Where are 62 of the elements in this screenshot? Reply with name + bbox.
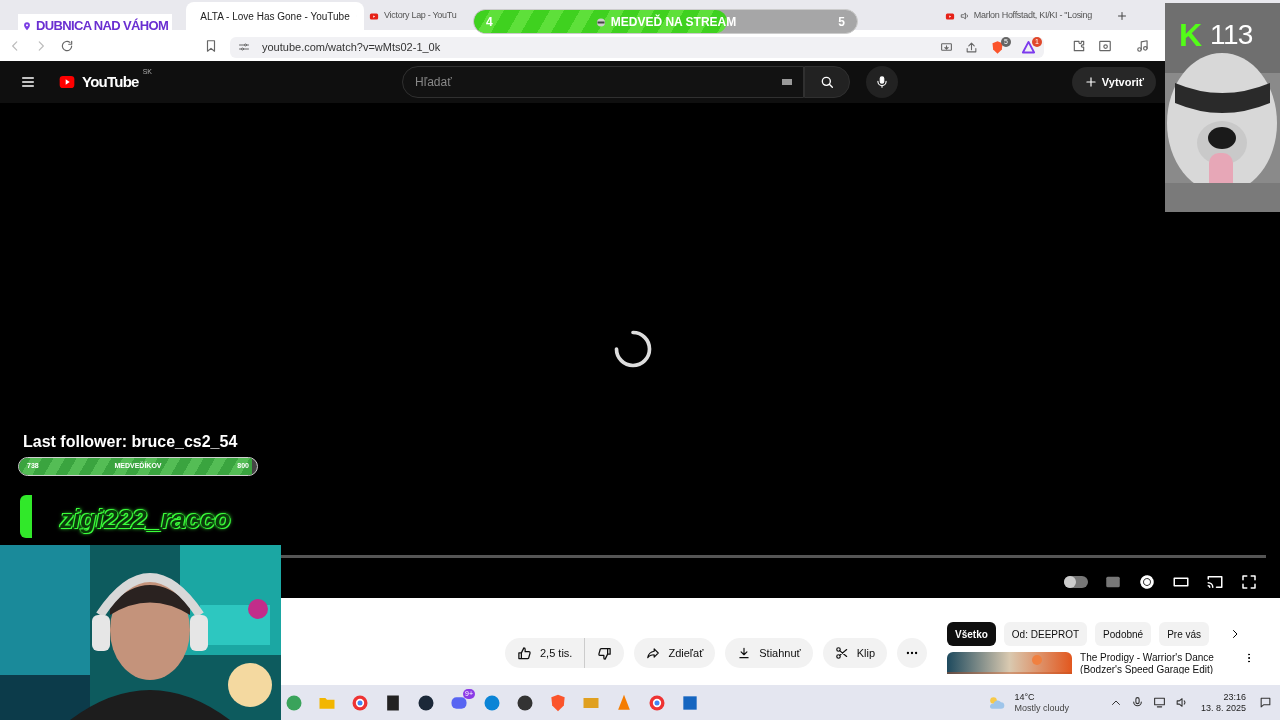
download-icon <box>737 646 752 660</box>
progress-track[interactable] <box>280 555 1266 558</box>
bracket-mark <box>20 495 32 538</box>
last-follower-text: Last follower: bruce_cs2_54 <box>23 432 238 452</box>
search-field[interactable]: Hľadať <box>402 66 805 98</box>
notification-icon[interactable] <box>1259 696 1272 709</box>
plus-icon <box>1083 75 1098 89</box>
filter-chip[interactable]: Podobné <box>1095 622 1152 646</box>
filter-chip[interactable]: Od: DEEPROT <box>1003 622 1088 646</box>
microphone-icon[interactable] <box>1130 696 1144 709</box>
clock-time: 23:16 <box>1223 691 1246 703</box>
sidebar-icon[interactable] <box>1098 38 1112 53</box>
lion-shield-icon[interactable] <box>548 692 568 713</box>
kick-logo: K <box>1179 19 1203 51</box>
menu-icon[interactable] <box>20 74 36 90</box>
youtube-icon <box>368 11 380 21</box>
scissors-icon <box>834 646 849 660</box>
reload-icon[interactable] <box>60 38 74 53</box>
keyboard-icon <box>780 76 795 88</box>
share-button[interactable]: Zdieľať <box>634 638 716 668</box>
triangle-icon[interactable] <box>1021 39 1036 55</box>
clock-date: 13. 8. 2025 <box>1200 702 1246 714</box>
install-icon[interactable] <box>940 40 953 54</box>
music-icon[interactable] <box>1136 38 1150 53</box>
goal-target: 5 <box>838 13 845 31</box>
sliders-icon <box>238 41 250 53</box>
goal-current: 4 <box>486 13 493 31</box>
microphone-icon <box>875 75 890 89</box>
clip-button[interactable]: Klip <box>822 638 888 668</box>
search-icon <box>819 74 836 90</box>
filter-chip[interactable]: Všetko <box>947 622 996 646</box>
browser-tab[interactable]: ALTA - Love Has Gone - YouTube <box>186 2 364 30</box>
bookmark-icon[interactable] <box>204 38 218 53</box>
speaker-icon[interactable] <box>1174 696 1188 709</box>
autoplay-toggle[interactable] <box>1064 576 1088 588</box>
share-icon <box>646 646 661 660</box>
video-title[interactable]: The Prodigy - Warrior's Dance <box>1080 652 1236 664</box>
fullscreen-icon[interactable] <box>1240 573 1258 591</box>
thumbs-down-icon[interactable] <box>597 645 613 661</box>
weather-text: Mostly cloudy <box>1014 702 1069 714</box>
settings-icon[interactable] <box>1138 573 1156 591</box>
network-icon[interactable] <box>1152 696 1166 709</box>
plus-icon[interactable] <box>1116 10 1128 22</box>
browser-tab[interactable]: Victory Lap - YouTu <box>364 2 457 30</box>
search-button[interactable] <box>804 66 851 98</box>
location-label: DUBNICA NAD VÁHOM <box>36 17 169 36</box>
download-button[interactable]: Stiahnuť <box>725 638 813 668</box>
share-icon[interactable] <box>965 40 978 54</box>
pin-icon <box>22 20 32 32</box>
youtube-icon <box>943 11 956 21</box>
thumbs-up-icon <box>517 645 532 661</box>
puzzle-icon[interactable] <box>1072 38 1086 53</box>
browser-tab[interactable]: Marlon Hoffstadt, KI/KI - "Losing <box>939 2 1092 30</box>
lion-shield-icon[interactable] <box>990 39 1005 55</box>
logo-text[interactable]: YouTube <box>82 70 139 94</box>
voice-search-button[interactable] <box>866 66 899 98</box>
latest-follower-name: zigi222_racco <box>60 503 231 536</box>
create-button[interactable]: Vytvoriť <box>1071 67 1156 97</box>
cast-icon[interactable] <box>1206 573 1224 591</box>
temperature-text: 14°C <box>1014 691 1036 703</box>
filter-chip[interactable]: Pre vás <box>1159 622 1210 646</box>
viewer-count: 113 <box>1210 21 1253 49</box>
